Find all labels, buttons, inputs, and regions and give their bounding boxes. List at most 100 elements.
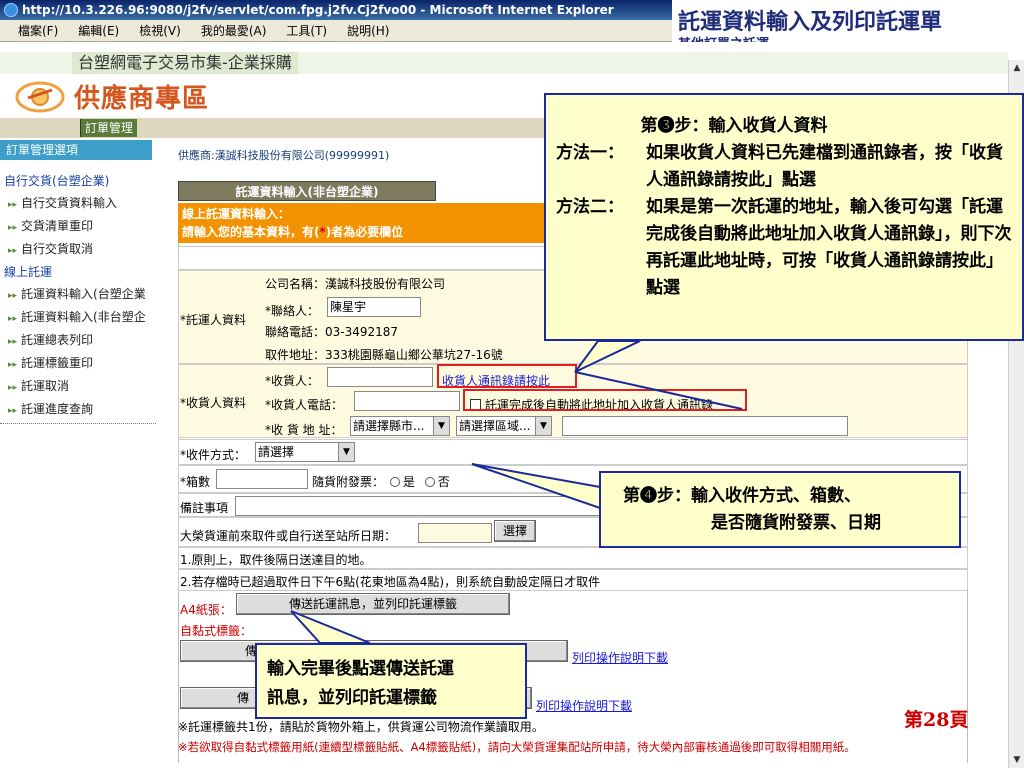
hint-text: 請輸入您的基本資料，有( xyxy=(182,225,320,239)
send-and-print-a4-button[interactable]: 傳送託運訊息，並列印託運標籤 xyxy=(236,593,510,615)
sidebar-item[interactable]: ▸▸ 託運總表列印 xyxy=(0,329,156,352)
receiver-name-input[interactable] xyxy=(327,367,433,387)
district-select-value: 請選擇區域... xyxy=(459,419,531,433)
menu-bar: 檔案(F) 編輯(E) 檢視(V) 我的最愛(A) 工具(T) 說明(H) xyxy=(0,20,672,42)
highlight-box xyxy=(437,364,577,388)
print-guide-link[interactable]: 列印操作說明下載 xyxy=(536,697,632,714)
radio-no-label: 否 xyxy=(437,475,450,489)
receiver-phone-label: *收貨人電話： xyxy=(265,398,344,412)
sidebar-item-label: 託運資料輸入(非台塑企 xyxy=(21,310,146,324)
bullet-icon: ▸▸ xyxy=(8,246,18,256)
footer-note-2: ※若欲取得自黏式標籤用紙(連續型標籤貼紙、A4標籤貼紙)，請向大榮貨運集配站所申… xyxy=(178,740,856,754)
sidebar-item[interactable]: ▸▸ 託運資料輸入(台塑企業 xyxy=(0,283,156,306)
sidebar-item[interactable]: ▸▸ 自行交貨資料輸入 xyxy=(0,192,156,215)
footer-note-1: ※託運標籤共1份，請貼於貨物外箱上，供貨運公司物流作業讀取用。 xyxy=(178,720,544,734)
method-select[interactable]: 請選擇 ▼ xyxy=(255,442,355,462)
receiver-label: *收貨人資料 xyxy=(180,396,247,410)
note-2: 2.若存檔時已超過取件日下午6點(花東地區為4點)，則系統自動設定隔日才取件 xyxy=(180,575,601,589)
tab-order-management[interactable]: 訂單管理 xyxy=(80,119,138,137)
menu-favorites[interactable]: 我的最愛(A) xyxy=(201,22,267,39)
bullet-icon: ▸▸ xyxy=(8,200,18,210)
sidebar-header: 訂單管理選項 xyxy=(0,140,152,160)
scroll-up-icon[interactable]: ▲ xyxy=(1011,62,1023,74)
bullet-icon: ▸▸ xyxy=(8,314,18,324)
highlight-box xyxy=(463,389,747,411)
supplier-logo-icon xyxy=(15,81,65,113)
menu-edit[interactable]: 編輯(E) xyxy=(78,22,119,39)
method-one-text: 如果收貨人資料已先建檔到通訊錄者，按「收貨人通訊錄請按此」點選 xyxy=(646,143,1003,190)
boxes-input[interactable] xyxy=(216,469,308,489)
receiver-address-input[interactable] xyxy=(562,416,848,436)
scroll-down-icon[interactable]: ▼ xyxy=(1011,754,1023,766)
sidebar-item-label: 託運標籤重印 xyxy=(21,356,94,370)
vendor-name: 供應商:漢誠科技股份有限公司(99999991) xyxy=(178,149,390,162)
step5-line2: 訊息，並列印託運標籤 xyxy=(267,688,437,708)
menu-tools[interactable]: 工具(T) xyxy=(286,22,327,39)
county-select-value: 請選擇縣市... xyxy=(353,419,425,433)
date-input[interactable] xyxy=(418,523,492,543)
method-select-value: 請選擇 xyxy=(258,445,295,459)
sidebar-item-label: 自行交貨資料輸入 xyxy=(21,196,118,210)
radio-yes-icon[interactable] xyxy=(389,477,400,487)
sidebar-divider xyxy=(0,423,156,424)
pickup-address: 取件地址：333桃園縣龜山鄉公華坑27-16號 xyxy=(265,348,503,362)
sidebar-item[interactable]: ▸▸ 託運標籤重印 xyxy=(0,352,156,375)
sidebar-item[interactable]: ▸▸ 交貨清單重印 xyxy=(0,215,156,238)
sidebar-item[interactable]: ▸▸ 託運取消 xyxy=(0,375,156,398)
invoice-option: 隨貨附發票： 是 否 xyxy=(312,473,450,490)
method-one: 方法一： 如果收貨人資料已先建檔到通訊錄者，按「收貨人通訊錄請按此」點選 xyxy=(556,140,1022,194)
receiver-phone-input[interactable] xyxy=(354,391,460,411)
boxes-label: *箱數 xyxy=(180,475,211,489)
ie-icon xyxy=(4,3,18,17)
district-select[interactable]: 請選擇區域... ▼ xyxy=(456,416,552,436)
sidebar-group-online-shipping[interactable]: 線上託運 xyxy=(0,261,156,283)
slide-page-number: 第28頁 xyxy=(904,709,969,731)
receiver-name-label: *收貨人： xyxy=(265,374,320,388)
contact-phone: 聯絡電話：03-3492187 xyxy=(265,325,399,339)
sidebar-item[interactable]: ▸▸ 託運進度查詢 xyxy=(0,398,156,421)
remark-label: 備註事項 xyxy=(180,501,229,515)
section-title-button[interactable]: 託運資料輸入(非台塑企業) xyxy=(178,181,436,201)
step5-line1: 輸入完畢後點選傳送託運 xyxy=(267,659,454,679)
date-select-button[interactable]: 選擇 xyxy=(494,520,536,542)
sidebar-item[interactable]: ▸▸ 託運資料輸入(非台塑企 xyxy=(0,306,156,329)
sidebar-group-self-delivery[interactable]: 自行交貨(台塑企業) xyxy=(0,170,156,192)
note-1: 1.原則上，取件後隔日送達目的地。 xyxy=(180,553,372,567)
chevron-down-icon[interactable]: ▼ xyxy=(338,443,354,461)
sidebar-item-label: 託運取消 xyxy=(21,379,70,393)
sidebar-item-label: 自行交貨取消 xyxy=(21,242,94,256)
bullet-icon: ▸▸ xyxy=(8,406,18,416)
print-guide-link[interactable]: 列印操作說明下載 xyxy=(572,649,668,666)
sidebar-item-label: 託運進度查詢 xyxy=(21,402,94,416)
county-select[interactable]: 請選擇縣市... ▼ xyxy=(350,416,450,436)
site-logo-text: 供應商專區 xyxy=(74,84,210,114)
method-label: *收件方式： xyxy=(180,448,247,462)
step5-callout: 輸入完畢後點選傳送託運 訊息，並列印託運標籤 xyxy=(255,643,527,719)
step3-title: 第❸步：輸入收貨人資料 xyxy=(640,116,828,136)
company-name: 公司名稱：漢誠科技股份有限公司 xyxy=(265,277,446,291)
chevron-down-icon[interactable]: ▼ xyxy=(535,417,551,435)
step4-callout: 第❹步：輸入收件方式、箱數、 是否隨貨附發票、日期 xyxy=(599,471,961,548)
step4-line2: 是否隨貨附發票、日期 xyxy=(711,513,881,533)
step3-callout: 第❸步：輸入收貨人資料 方法一： 如果收貨人資料已先建檔到通訊錄者，按「收貨人通訊… xyxy=(544,93,1024,341)
method-two-text: 如果是第一次託運的地址，輸入後可勾選「託運完成後自動將此地址加入收貨人通訊錄」，… xyxy=(646,197,1012,298)
radio-no-icon[interactable] xyxy=(424,477,435,487)
sender-label: *託運人資料 xyxy=(180,313,247,327)
menu-help[interactable]: 說明(H) xyxy=(347,22,389,39)
sidebar-item-label: 託運資料輸入(台塑企業 xyxy=(21,287,146,301)
method-two: 方法二： 如果是第一次託運的地址，輸入後可勾選「託運完成後自動將此地址加入收貨人通… xyxy=(556,194,1022,302)
bullet-icon: ▸▸ xyxy=(8,337,18,347)
sticker-label: 自黏式標籤： xyxy=(180,624,253,638)
menu-view[interactable]: 檢視(V) xyxy=(139,22,181,39)
contact-input[interactable]: 陳星宇 xyxy=(327,297,421,317)
invoice-label: 隨貨附發票： xyxy=(312,475,385,489)
bullet-icon: ▸▸ xyxy=(8,383,18,393)
method-one-key: 方法一： xyxy=(556,143,624,163)
sidebar-item[interactable]: ▸▸ 自行交貨取消 xyxy=(0,238,156,261)
remark-input[interactable] xyxy=(235,496,601,516)
sidebar: 訂單管理選項 自行交貨(台塑企業) ▸▸ 自行交貨資料輸入 ▸▸ 交貨清單重印 ▸▸… xyxy=(0,140,156,424)
chevron-down-icon[interactable]: ▼ xyxy=(433,417,449,435)
receiver-address-label: *收 貨 地 址： xyxy=(265,423,343,437)
menu-file[interactable]: 檔案(F) xyxy=(18,22,58,39)
method-two-key: 方法二： xyxy=(556,197,624,217)
